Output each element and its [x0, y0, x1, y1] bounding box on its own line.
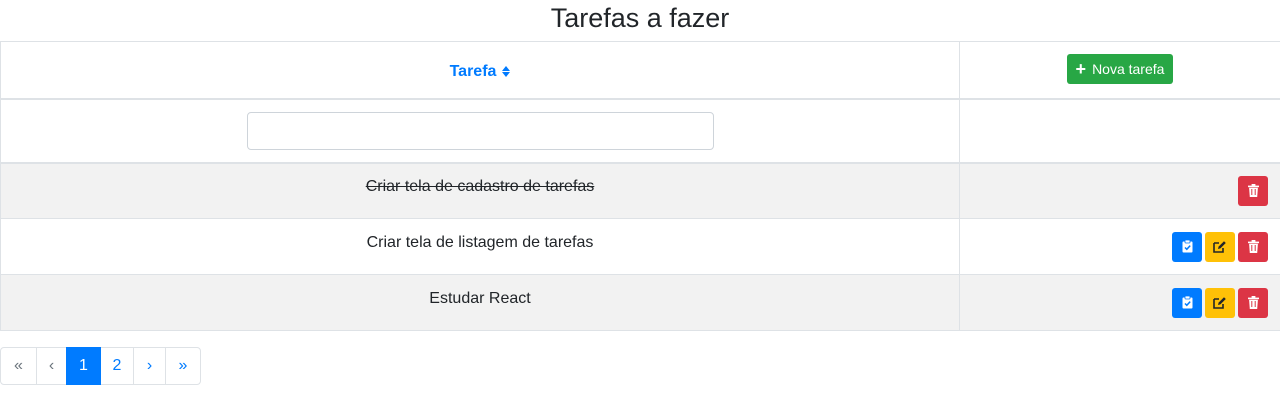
edit-task-button[interactable]	[1205, 287, 1235, 318]
task-title-cell: Estudar React	[0, 274, 960, 331]
task-column-header: Tarefa	[0, 41, 960, 100]
new-task-label: Nova tarefa	[1092, 60, 1165, 77]
delete-task-button[interactable]	[1238, 287, 1268, 318]
filter-empty-cell	[959, 98, 1280, 164]
clipboard-check-icon	[1182, 296, 1193, 309]
edit-icon	[1213, 296, 1227, 309]
task-title: Estudar React	[429, 289, 531, 307]
table-row: Criar tela de listagem de tarefas	[0, 218, 1280, 275]
trash-icon	[1247, 240, 1259, 253]
filter-row	[0, 98, 1280, 164]
task-title: Criar tela de cadastro de tarefas	[365, 177, 595, 195]
table-row: Estudar React	[0, 274, 1280, 331]
complete-task-button[interactable]	[1172, 287, 1202, 318]
prev-page-button[interactable]: ‹	[36, 347, 67, 385]
task-title-cell: Criar tela de cadastro de tarefas	[0, 162, 960, 219]
first-page-button[interactable]: «	[0, 347, 37, 385]
page-2-button[interactable]: 2	[100, 347, 134, 385]
task-filter-input[interactable]	[246, 111, 714, 150]
last-page-button[interactable]: »	[165, 347, 201, 385]
complete-task-button[interactable]	[1172, 231, 1202, 262]
sort-icon	[502, 66, 511, 78]
delete-task-button[interactable]	[1238, 175, 1268, 206]
new-task-button[interactable]: + Nova tarefa	[1066, 53, 1174, 84]
tasks-table: Tarefa + Nova tarefa Criar tela de cadas…	[0, 41, 1280, 331]
trash-icon	[1247, 296, 1259, 309]
sort-by-task-link[interactable]: Tarefa	[450, 63, 511, 81]
edit-icon	[1213, 240, 1227, 253]
table-row: Criar tela de cadastro de tarefas	[0, 162, 1280, 219]
task-title-cell: Criar tela de listagem de tarefas	[0, 218, 960, 275]
task-actions-cell	[959, 274, 1280, 331]
delete-task-button[interactable]	[1238, 231, 1268, 262]
table-header-row: Tarefa + Nova tarefa	[0, 41, 1280, 100]
page-1-button[interactable]: 1	[66, 347, 101, 385]
pagination: « ‹ 1 2 › »	[0, 347, 201, 385]
task-actions-cell	[959, 162, 1280, 219]
page-title: Tarefas a fazer	[550, 3, 730, 33]
task-list: Criar tela de cadastro de tarefas Criar t…	[0, 162, 1280, 331]
trash-icon	[1247, 184, 1259, 198]
task-column-label: Tarefa	[449, 62, 497, 80]
filter-cell	[0, 98, 960, 164]
next-page-button[interactable]: ›	[133, 347, 166, 385]
task-actions-cell	[959, 218, 1280, 275]
task-title: Criar tela de listagem de tarefas	[366, 233, 594, 251]
clipboard-check-icon	[1182, 240, 1193, 253]
edit-task-button[interactable]	[1205, 231, 1235, 262]
actions-column-header: + Nova tarefa	[959, 41, 1280, 100]
plus-icon: +	[1075, 58, 1087, 79]
